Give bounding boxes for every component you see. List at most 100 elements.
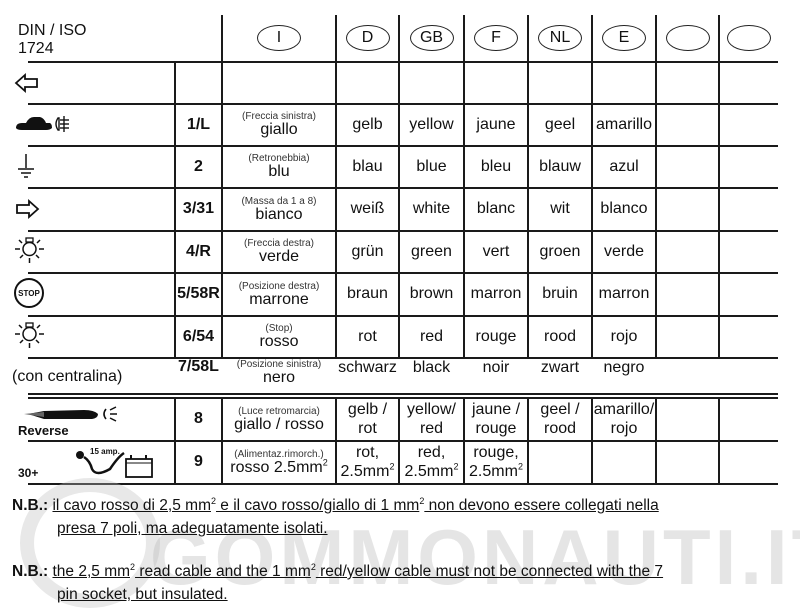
note-text: e il cavo rosso/giallo di 1 mm [216,497,420,514]
color-nl: rood [543,327,577,345]
note-label: N.B.: [12,497,49,514]
language-badge: NL [538,25,582,51]
color-fr: marron [470,285,522,303]
language-badge [727,25,771,51]
color-es: azul [609,157,639,175]
position-light-icon [15,322,44,348]
color-cell-nl: wit [529,189,591,230]
note-text: read cable and the 1 mm [135,563,311,580]
function-note: (Massa da 1 a 8) [241,195,317,207]
italian-cell: (Posizione sinistra) nero [223,359,335,387]
color-cell-es: negro [593,359,655,377]
color-nl: groen [539,242,581,260]
superscript: 2 [322,457,328,468]
italian-cell: (Freccia sinistra) giallo [223,105,335,145]
row-divider [28,61,778,63]
color-fr: vert [482,242,510,260]
color-cell-en: brown [400,274,463,315]
pin-number: 9 [194,453,203,471]
color-cell-en: yellow/red [400,399,463,440]
color-es-line1: amarillo/ [593,401,655,419]
position-light-icon [15,237,44,263]
italian-cell: (Posizione destra) marrone [223,274,335,315]
pin-number: 7/58L [178,358,219,375]
color-en: green [411,242,452,260]
pin-cell: 3/31 [176,189,221,230]
color-cell-de: grün [337,232,398,272]
color-cell-es: verde [593,232,655,272]
pin-cell: 5/58R [176,274,221,315]
pin-number: 6/54 [182,327,215,345]
superscript: 2 [389,461,395,472]
italian-cell: (Luce retromarcia) giallo / rosso [223,399,335,440]
note-text: presa 7 poli, ma adeguatamente isolati. [57,520,328,537]
color-cell-de: rot, 2.5mm2 [337,442,398,483]
reverse-light-icon: Reverse [14,402,124,438]
col-divider [655,15,657,357]
col-divider [718,15,720,357]
pin-cell: 2 [176,147,221,187]
pin-number: 1/L [186,115,211,133]
pin-cell: 7/58L [176,358,221,376]
color-cell-fr: jaune [465,105,527,145]
note-text: il cavo rosso di 2,5 mm [52,497,211,514]
color-de: schwarz [338,359,397,376]
color-cell-en: green [400,232,463,272]
pin-cell: 4/R [176,232,221,272]
note-text: non devono essere collegati nella [424,497,659,514]
color-cell-nl: bruin [529,274,591,315]
color-cell-en: black [400,359,463,377]
color-italian: verde [258,248,300,266]
color-cell-de: schwarz [337,359,398,377]
color-cell-en: red [400,317,463,357]
color-cell-es [593,442,655,483]
color-nl: blauw [539,157,581,175]
language-badge: I [257,25,301,51]
color-fr: bleu [480,157,512,175]
color-de: rot [358,327,377,345]
color-nl: geel [544,115,576,133]
col-divider [655,397,657,483]
color-cell-en: white [400,189,463,230]
color-cell-fr: bleu [465,147,527,187]
color-fr: noir [482,359,510,376]
rear-fog-light-icon [16,116,69,132]
color-italian: giallo / rosso [234,415,324,433]
color-italian: rosso [259,333,299,351]
color-en: black [412,359,451,376]
color-cell-nl: rood [529,317,591,357]
color-nl: zwart [540,359,580,376]
color-en-line1: yellow/ [407,401,456,419]
function-note: (Luce retromarcia) [238,405,320,417]
color-cell-es: blanco [593,189,655,230]
color-italian: blu [268,163,290,181]
color-cell-de: braun [337,274,398,315]
color-italian: bianco [255,205,303,223]
color-de: gelb [352,115,383,133]
color-es: verde [603,242,645,260]
language-badge: GB [409,25,454,51]
color-de-line2: 2.5mm2 [340,461,395,480]
color-es: rojo [610,327,638,345]
italian-cell: (Freccia destra) verde [223,232,335,272]
pin-cell: 9 [176,442,221,483]
color-fr: jaune [476,115,516,133]
ground-icon [18,154,34,178]
color-cell-de: gelb / rot [337,399,398,440]
arrow-left-icon [14,72,38,94]
color-en-line2: red [419,419,444,437]
note-label: N.B.: [12,563,49,580]
color-cell-de: rot [337,317,398,357]
pin-number: 5/58R [177,285,220,303]
color-en-line2: 2.5mm2 [404,461,459,480]
color-italian: nero [262,369,296,386]
color-cell-en: red, 2.5mm2 [400,442,463,483]
pin-number: 4/R [186,242,211,260]
color-cell-fr: noir [465,359,527,377]
pin-cell: 1/L [176,105,221,145]
reverse-label: Reverse [18,423,69,438]
color-en: brown [409,285,454,303]
color-nl: bruin [542,285,578,303]
color-cell-es: marron [593,274,655,315]
color-de: blau [352,157,383,175]
